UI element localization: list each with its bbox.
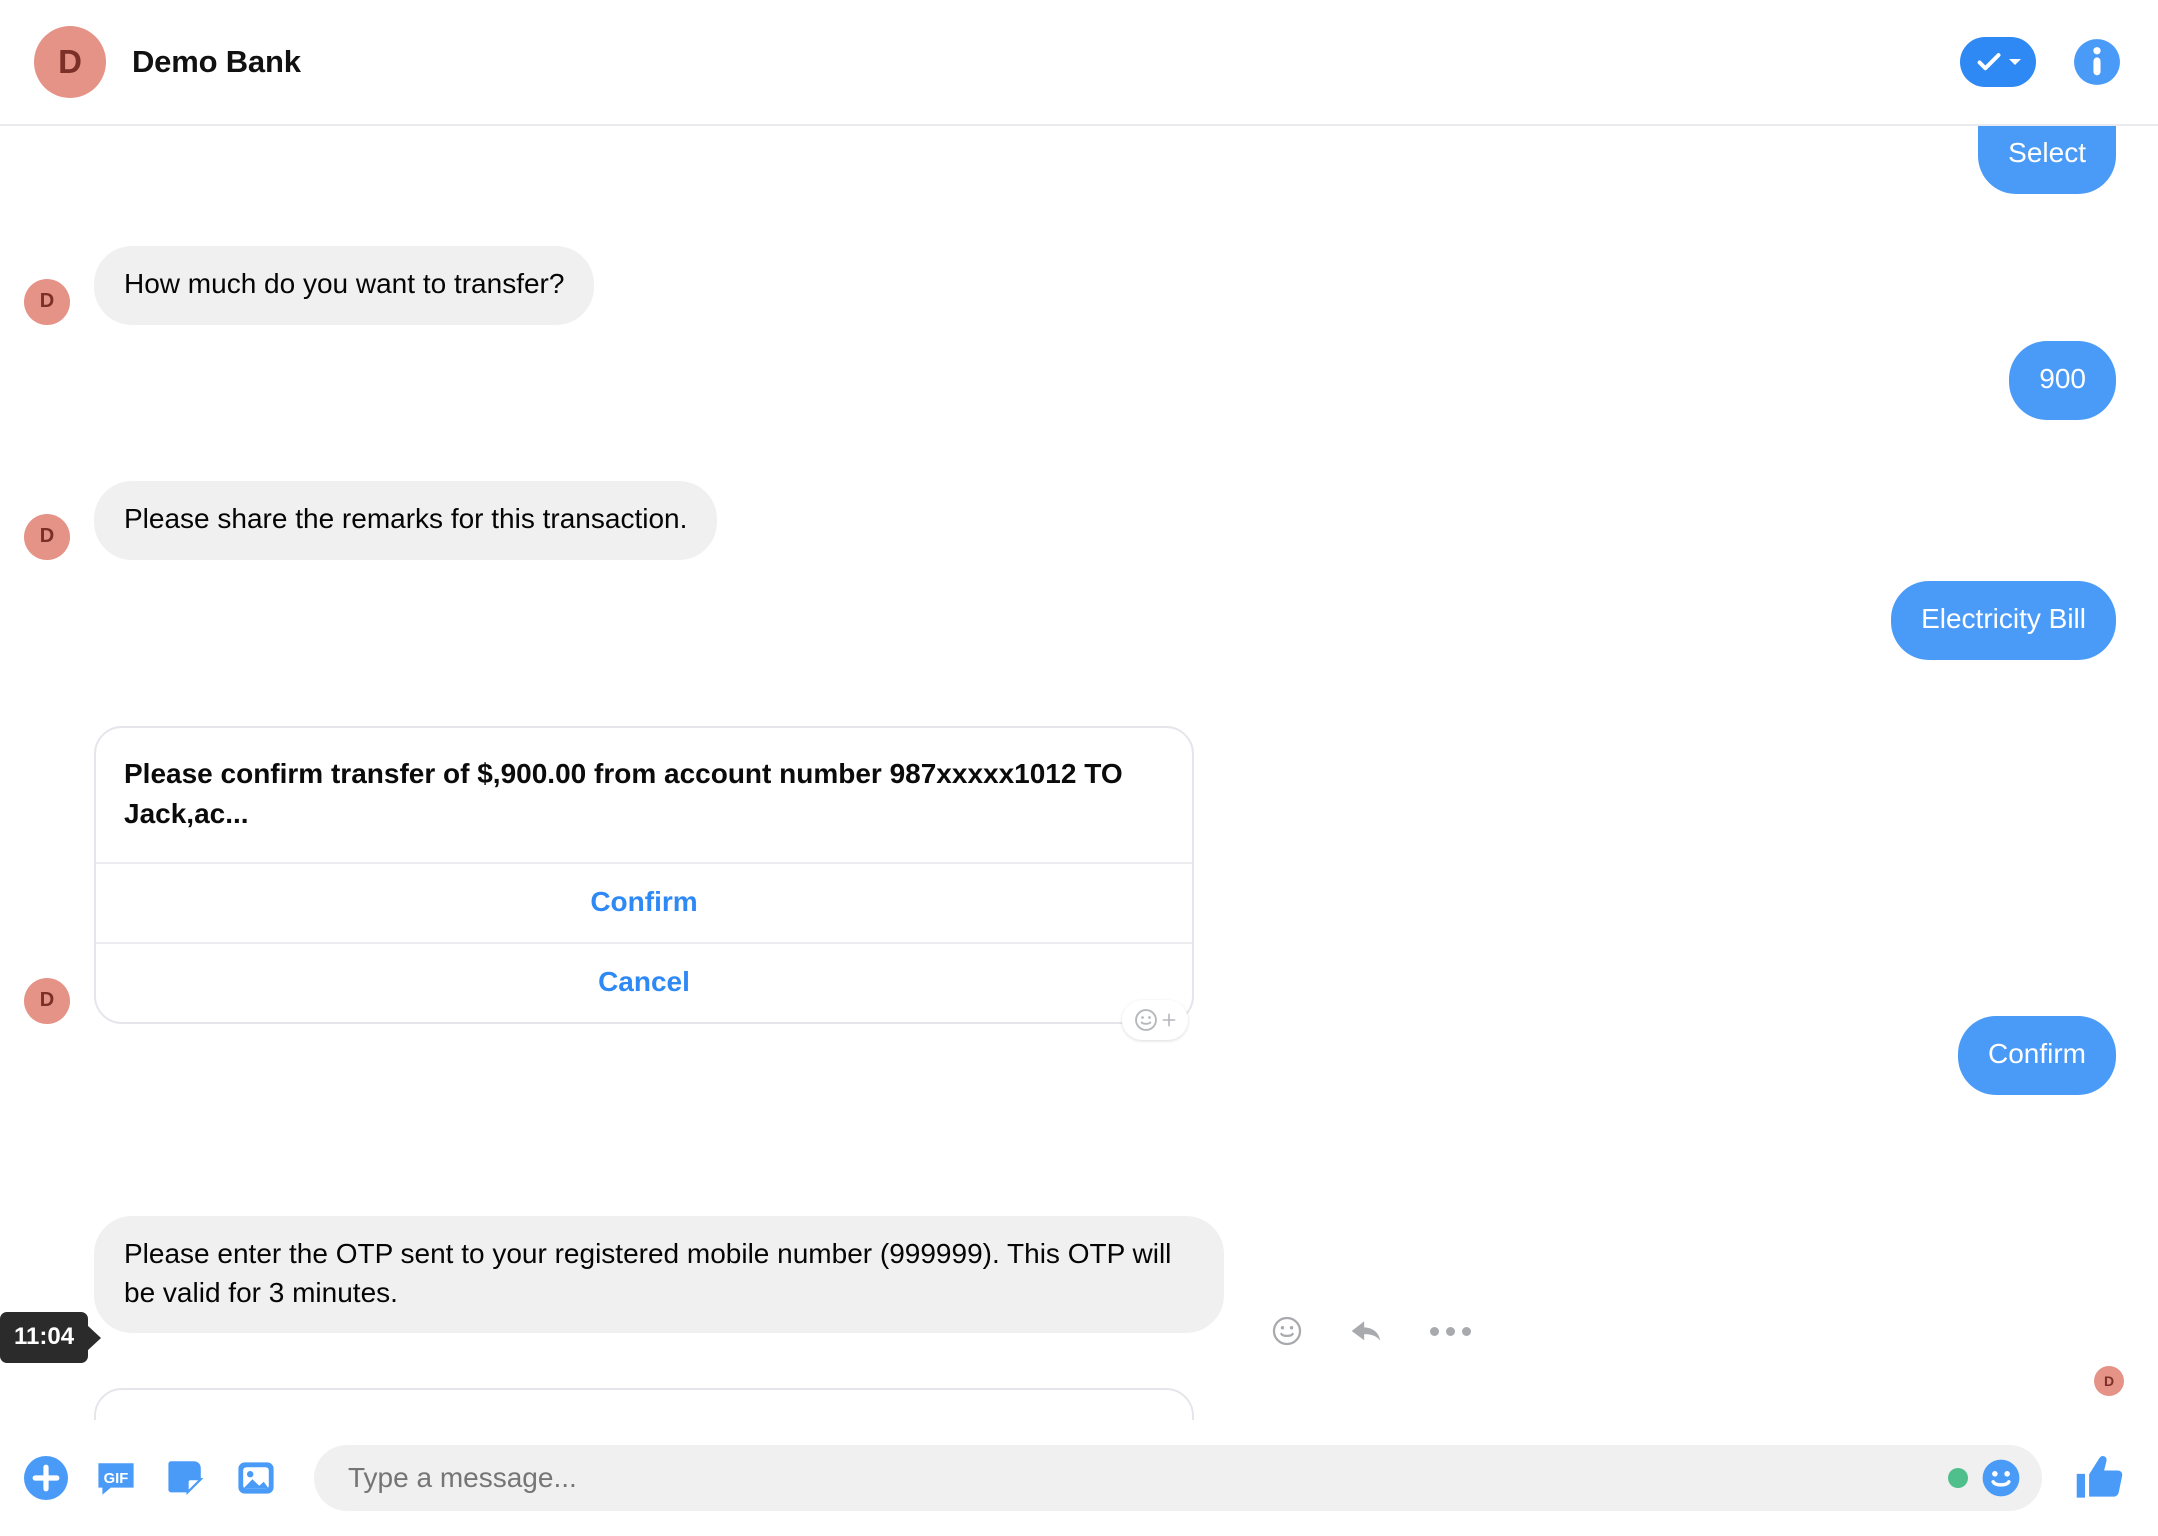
message-hover-actions (1270, 1314, 1471, 1348)
message-timestamp: 11:04 (0, 1312, 102, 1363)
thumbs-up-icon (2076, 1456, 2123, 1498)
page-title: Demo Bank (132, 44, 301, 79)
avatar: D (24, 278, 70, 325)
resend-otp-card: Click on resend if you didn't get the OT… (94, 1388, 1194, 1420)
chevron-down-icon (2009, 59, 2021, 65)
cancel-button[interactable]: Cancel (96, 941, 1192, 1022)
check-icon (1977, 53, 2001, 71)
header-actions (1960, 37, 2122, 87)
message-row: D Please confirm transfer of $,900.00 fr… (24, 726, 1194, 1040)
outgoing-message-bubble[interactable]: Confirm (1957, 1016, 2116, 1095)
sticker-button[interactable] (162, 1454, 210, 1502)
chat-header: D Demo Bank (0, 0, 2158, 126)
message-input-wrap[interactable] (314, 1445, 2042, 1511)
online-status-dot (1948, 1468, 1968, 1488)
message-row: Please enter the OTP sent to your regist… (24, 1216, 1224, 1334)
incoming-message-bubble[interactable]: Please enter the OTP sent to your regist… (94, 1216, 1224, 1334)
add-attachment-button[interactable] (22, 1454, 70, 1502)
message-row: D Click on resend if you didn't get the … (24, 1388, 1194, 1420)
dot-icon (1430, 1326, 1439, 1336)
gif-button[interactable]: GIF (92, 1454, 140, 1502)
incoming-message-bubble[interactable]: Please share the remarks for this transa… (94, 481, 718, 560)
card-title: Click on resend if you didn't get the OT… (96, 1390, 1192, 1420)
more-options-button[interactable] (1430, 1326, 1471, 1336)
outgoing-message-bubble[interactable]: 900 (2009, 341, 2116, 420)
avatar: D (24, 977, 70, 1024)
confirm-transfer-card: Please confirm transfer of $,900.00 from… (94, 726, 1194, 1024)
reply-arrow-icon (1351, 1321, 1381, 1341)
emoji-smiley-icon (1982, 1459, 2020, 1497)
svg-text:GIF: GIF (104, 1471, 129, 1487)
message-thread[interactable]: Select D How much do you want to transfe… (0, 126, 2158, 1420)
photo-button[interactable] (232, 1454, 280, 1502)
message-row: Confirm (1957, 1016, 2116, 1095)
confirm-transfer-card-wrap: Please confirm transfer of $,900.00 from… (94, 726, 1194, 1040)
plus-circle-icon (24, 1456, 68, 1500)
dot-icon (1446, 1326, 1455, 1336)
message-composer: GIF (0, 1420, 2158, 1536)
plus-icon (1162, 1013, 1176, 1026)
incoming-message-bubble[interactable]: How much do you want to transfer? (94, 246, 595, 325)
mark-done-button[interactable] (1960, 37, 2036, 87)
resend-otp-card-wrap: Click on resend if you didn't get the OT… (94, 1388, 1194, 1420)
outgoing-message-bubble[interactable]: Select (1978, 126, 2116, 194)
like-button[interactable] (2070, 1447, 2132, 1509)
message-input[interactable] (348, 1462, 1932, 1494)
chat-identity[interactable]: D Demo Bank (34, 26, 301, 98)
avatar: D (24, 513, 70, 560)
card-title: Please confirm transfer of $,900.00 from… (124, 758, 1123, 829)
messenger-window: D Demo Bank Select D How much do you wan… (0, 0, 2158, 1536)
dot-icon (1462, 1326, 1471, 1336)
message-row: D Please share the remarks for this tran… (24, 481, 718, 560)
sticker-icon (168, 1461, 204, 1496)
timestamp-pointer (87, 1324, 102, 1351)
info-icon[interactable] (2072, 37, 2122, 87)
react-icon-button[interactable] (1270, 1314, 1304, 1348)
add-reaction-button[interactable] (1122, 999, 1188, 1040)
gif-icon: GIF (98, 1463, 134, 1495)
message-row: 900 (2009, 341, 2116, 420)
emoji-reaction-icon (1272, 1316, 1302, 1346)
message-row: Select (1978, 126, 2116, 194)
photo-icon (238, 1462, 274, 1494)
reply-button[interactable] (1348, 1314, 1386, 1348)
confirm-button[interactable]: Confirm (96, 861, 1192, 942)
seen-by-avatar: D (2094, 1366, 2124, 1396)
message-row: Electricity Bill (1891, 581, 2116, 660)
avatar: D (34, 26, 106, 98)
emoji-reaction-icon (1135, 1008, 1157, 1031)
outgoing-message-bubble[interactable]: Electricity Bill (1891, 581, 2116, 660)
emoji-picker-button[interactable] (1978, 1455, 2024, 1501)
message-row: D How much do you want to transfer? (24, 246, 595, 325)
timestamp-label: 11:04 (0, 1312, 89, 1363)
